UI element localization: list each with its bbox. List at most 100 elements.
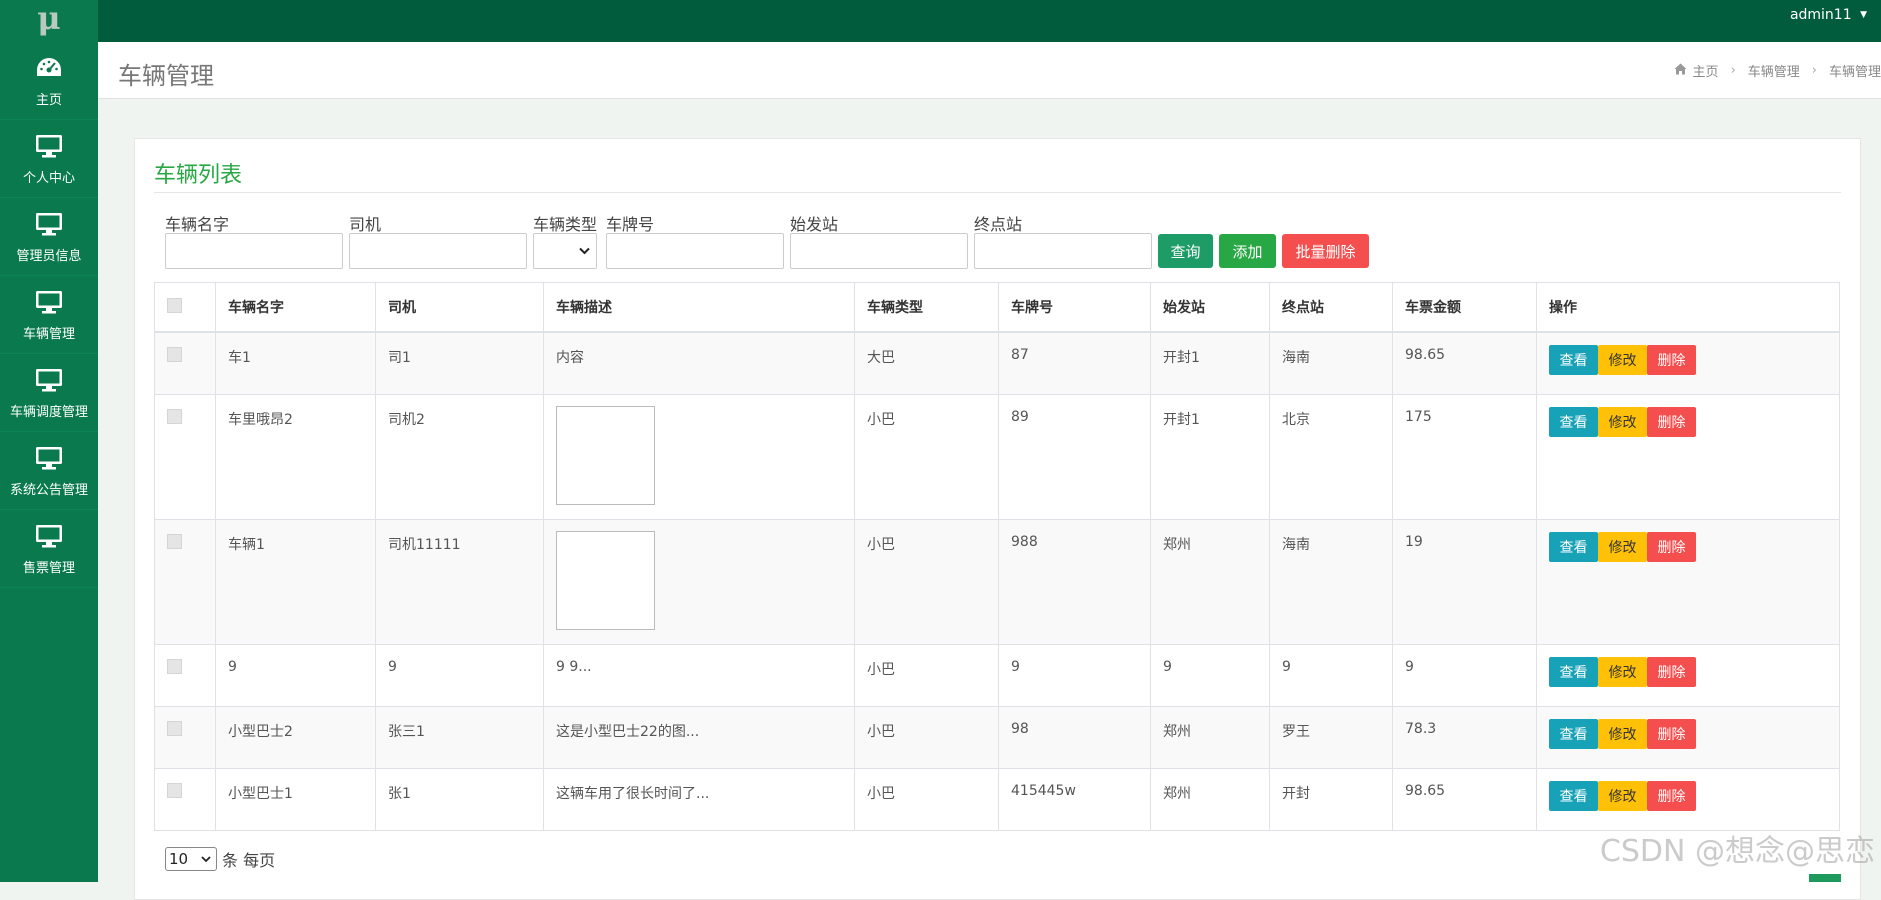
cell-end: 9 xyxy=(1269,643,1393,706)
row-checkbox[interactable] xyxy=(167,658,182,674)
delete-button[interactable]: 删除 xyxy=(1647,718,1696,749)
delete-button[interactable]: 删除 xyxy=(1647,780,1696,811)
cell-start: 9 xyxy=(1150,643,1270,706)
view-button[interactable]: 查看 xyxy=(1549,780,1598,811)
logo-box[interactable]: μ xyxy=(0,0,98,42)
cell-actions: 查看 修改 删除 xyxy=(1536,705,1840,768)
row-checkbox[interactable] xyxy=(167,782,182,798)
row-checkbox[interactable] xyxy=(167,720,182,736)
delete-button[interactable]: 删除 xyxy=(1647,531,1696,562)
scroll-top-button[interactable] xyxy=(1809,874,1841,882)
col-type[interactable]: 车辆类型 xyxy=(854,282,999,333)
chevron-down-icon xyxy=(201,856,211,863)
panel-title: 车辆列表 xyxy=(154,163,243,188)
breadcrumb-vehicles[interactable]: 车辆管理 xyxy=(1748,61,1800,80)
cell-desc: 9 9... xyxy=(543,643,855,706)
col-actions: 操作 xyxy=(1536,282,1840,333)
cell-plate: 415445w xyxy=(998,767,1151,830)
filter-plate-input[interactable] xyxy=(606,233,784,269)
table-row: 9 9 9 9... 小巴 9 9 9 9 查看 修改 删除 xyxy=(154,643,1840,706)
col-end[interactable]: 终点站 xyxy=(1269,282,1393,333)
cell-driver: 司1 xyxy=(375,331,544,394)
chevron-right-icon: › xyxy=(1811,63,1817,78)
cell-type: 小巴 xyxy=(854,767,999,830)
cell-driver: 司机2 xyxy=(375,393,544,519)
sidebar-item-admin-info[interactable]: 管理员信息 xyxy=(0,198,98,276)
sidebar: 主页 个人中心 管理员信息 车辆管理 车辆调度管理 系统公告管理 售票管理 xyxy=(0,42,98,882)
col-price[interactable]: 车票金额 xyxy=(1392,282,1537,333)
page-size-value: 10 xyxy=(169,850,189,868)
delete-button[interactable]: 删除 xyxy=(1647,406,1696,437)
cell-price: 78.3 xyxy=(1392,705,1537,768)
filter-name-input[interactable] xyxy=(165,233,343,269)
batch-delete-button[interactable]: 批量删除 xyxy=(1282,234,1369,268)
search-button[interactable]: 查询 xyxy=(1158,234,1213,268)
cell-name: 车1 xyxy=(215,331,376,394)
view-button[interactable]: 查看 xyxy=(1549,656,1598,687)
edit-button[interactable]: 修改 xyxy=(1598,406,1647,437)
monitor-icon xyxy=(34,365,64,395)
sidebar-item-home[interactable]: 主页 xyxy=(0,42,98,120)
cell-driver: 司机11111 xyxy=(375,518,544,644)
sidebar-item-announcements[interactable]: 系统公告管理 xyxy=(0,432,98,510)
add-button[interactable]: 添加 xyxy=(1219,234,1276,268)
row-checkbox[interactable] xyxy=(167,533,182,549)
edit-button[interactable]: 修改 xyxy=(1598,345,1647,375)
filter-start-input[interactable] xyxy=(790,233,968,269)
table-row: 车里哦昂2 司机2 小巴 89 开封1 北京 175 查看 修改 删除 xyxy=(154,393,1840,519)
edit-button[interactable]: 修改 xyxy=(1598,780,1647,811)
filter-end-input[interactable] xyxy=(974,233,1152,269)
cell-plate: 89 xyxy=(998,393,1151,519)
filter-start-label: 始发站 xyxy=(790,215,839,234)
cell-name: 小型巴士1 xyxy=(215,767,376,830)
sidebar-item-label: 车辆管理 xyxy=(22,327,75,342)
sidebar-item-vehicles[interactable]: 车辆管理 xyxy=(0,276,98,354)
row-select-cell xyxy=(154,643,216,706)
cell-start: 郑州 xyxy=(1150,705,1270,768)
username: admin11 xyxy=(1789,7,1852,23)
col-name[interactable]: 车辆名字 xyxy=(215,282,376,333)
edit-button[interactable]: 修改 xyxy=(1598,531,1647,562)
top-bar: μ admin11 ▼ xyxy=(0,0,1881,42)
breadcrumb-current: 车辆管理 xyxy=(1828,65,1881,80)
filter-name-label: 车辆名字 xyxy=(165,215,230,234)
row-checkbox[interactable] xyxy=(167,408,182,424)
filter-driver-input[interactable] xyxy=(349,233,527,269)
sidebar-item-tickets[interactable]: 售票管理 xyxy=(0,510,98,588)
cell-end: 北京 xyxy=(1269,393,1393,519)
sidebar-item-label: 系统公告管理 xyxy=(9,483,88,498)
delete-button[interactable]: 删除 xyxy=(1647,345,1696,375)
filter-plate-label: 车牌号 xyxy=(606,215,655,234)
sidebar-item-label: 个人中心 xyxy=(22,171,75,186)
view-button[interactable]: 查看 xyxy=(1549,345,1598,375)
cell-end: 海南 xyxy=(1269,331,1393,394)
user-menu[interactable]: admin11 ▼ xyxy=(1790,7,1867,23)
col-desc[interactable]: 车辆描述 xyxy=(543,282,855,333)
select-all-checkbox[interactable] xyxy=(167,297,182,313)
sidebar-item-profile[interactable]: 个人中心 xyxy=(0,120,98,198)
pagination: 10 条 每页 xyxy=(165,847,275,871)
col-driver[interactable]: 司机 xyxy=(375,282,544,333)
page-header: 车辆管理 主页 › 车辆管理 › 车辆管理 xyxy=(98,42,1881,99)
cell-actions: 查看 修改 删除 xyxy=(1536,393,1840,519)
breadcrumb-home[interactable]: 主页 xyxy=(1693,61,1719,80)
watermark: CSDN @想念@思恋 xyxy=(1599,834,1875,869)
page-size-select[interactable]: 10 xyxy=(165,847,217,871)
col-start[interactable]: 始发站 xyxy=(1150,282,1270,333)
view-button[interactable]: 查看 xyxy=(1549,406,1598,437)
edit-button[interactable]: 修改 xyxy=(1598,656,1647,687)
row-checkbox[interactable] xyxy=(167,347,182,362)
cell-type: 大巴 xyxy=(854,331,999,394)
view-button[interactable]: 查看 xyxy=(1549,531,1598,562)
vehicle-list-panel: 车辆列表 车辆名字 司机 车辆类型 车牌号 始发站 终点站 查询 添加 批量删除… xyxy=(134,138,1861,900)
cell-driver: 张1 xyxy=(375,767,544,830)
sidebar-item-dispatch[interactable]: 车辆调度管理 xyxy=(0,354,98,432)
cell-price: 98.65 xyxy=(1392,331,1537,394)
col-plate[interactable]: 车牌号 xyxy=(998,282,1151,333)
view-button[interactable]: 查看 xyxy=(1549,718,1598,749)
edit-button[interactable]: 修改 xyxy=(1598,718,1647,749)
delete-button[interactable]: 删除 xyxy=(1647,656,1696,687)
filter-type-select[interactable] xyxy=(533,233,597,269)
row-select-cell xyxy=(154,518,216,644)
breadcrumb: 主页 › 车辆管理 › 车辆管理 xyxy=(1674,61,1881,80)
